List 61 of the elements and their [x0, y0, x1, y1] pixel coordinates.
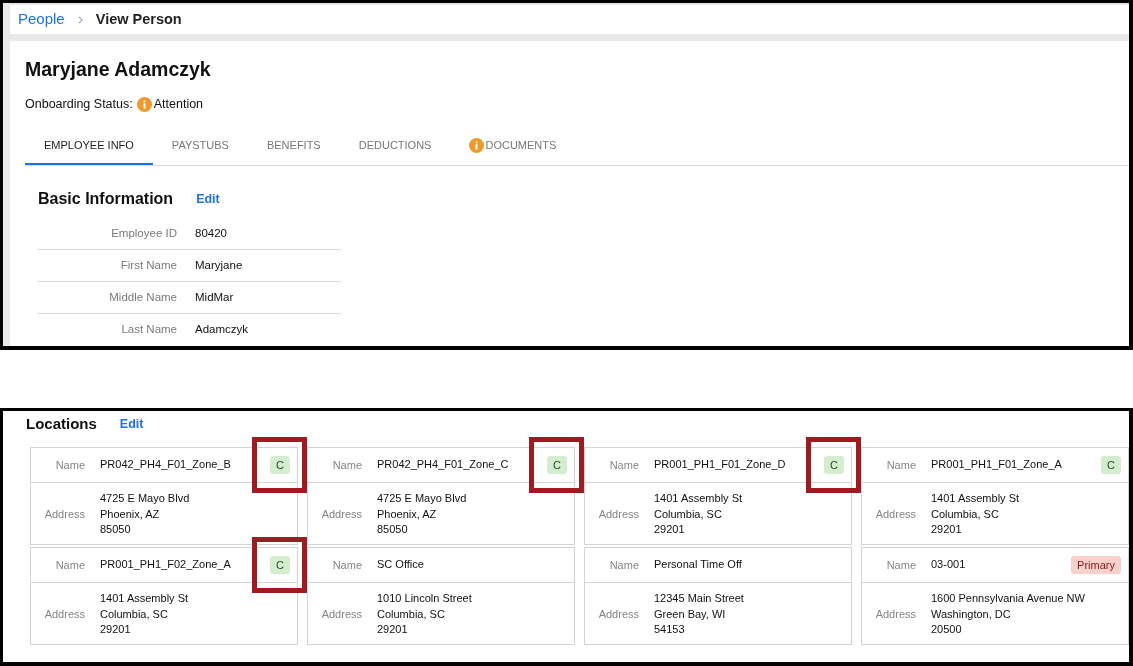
field-value: MidMar — [195, 289, 234, 305]
edit-link[interactable]: Edit — [119, 415, 144, 434]
location-name: SC Office — [377, 556, 425, 572]
field-label: Address — [320, 507, 362, 522]
field-label: First Name — [119, 257, 177, 273]
chevron-right-icon — [77, 15, 83, 24]
field-label: Address — [43, 607, 85, 622]
field-label: Name — [54, 557, 85, 573]
field-label: Address — [43, 507, 85, 522]
section-title: Basic Information — [38, 189, 174, 209]
field-label: Address — [597, 607, 639, 622]
tab[interactable]: EMPLOYEE INFO — [25, 127, 153, 165]
location-name: PR001_PH1_F01_Zone_D — [654, 456, 787, 472]
location-tag: C — [547, 456, 567, 474]
location-name: PR042_PH4_F01_Zone_C — [377, 456, 510, 472]
field-value: 80420 — [195, 225, 227, 241]
field-label: Address — [874, 607, 916, 622]
field-label: Middle Name — [108, 289, 177, 305]
person-name: Maryjane Adamczyk — [25, 57, 212, 81]
location-address: 12345 Main Street Green Bay, WI 54153 — [654, 591, 744, 637]
tab[interactable]: DEDUCTIONS — [339, 127, 451, 165]
status-label: Onboarding Status: — [25, 95, 133, 113]
field-label: Name — [608, 557, 639, 573]
edit-link[interactable]: Edit — [196, 189, 220, 209]
location-tag: C — [270, 556, 290, 574]
field-label: Address — [320, 607, 362, 622]
location-address: 1401 Assembly St Columbia, SC 29201 — [100, 591, 189, 637]
status-value: Attention — [153, 95, 204, 113]
location-address: 1401 Assembly St Columbia, SC 29201 — [931, 491, 1020, 537]
field-label: Name — [331, 457, 362, 473]
location-name: PR042_PH4_F01_Zone_B — [100, 456, 232, 472]
location-name: PR001_PH1_F02_Zone_A — [100, 556, 232, 572]
location-address: 1010 Lincoln Street Columbia, SC 29201 — [377, 591, 472, 637]
tab[interactable]: PAYSTUBS — [152, 127, 248, 165]
field-label: Name — [608, 457, 639, 473]
location-tag: C — [1101, 456, 1121, 474]
location-tag: Primary — [1071, 556, 1121, 574]
field-label: Name — [331, 557, 362, 573]
location-name: Personal Time Off — [654, 556, 743, 572]
tab[interactable]: BENEFITS — [247, 127, 340, 165]
location-address: 4725 E Mayo Blvd Phoenix, AZ 85050 — [377, 491, 467, 537]
tab[interactable]: DOCUMENTS — [450, 127, 576, 165]
location-name: PR001_PH1_F01_Zone_A — [931, 456, 1063, 472]
location-address: 1600 Pennsylvania Avenue NW Washington, DC 20500 — [931, 591, 1085, 637]
field-label: Name — [885, 457, 916, 473]
location-tag: C — [824, 456, 844, 474]
field-value: Adamczyk — [195, 322, 249, 338]
location-tag: C — [270, 456, 290, 474]
location-address: 1401 Assembly St Columbia, SC 29201 — [654, 491, 743, 537]
field-value: Maryjane — [195, 257, 243, 273]
section-title: Locations — [26, 414, 97, 435]
field-label: Address — [874, 507, 916, 522]
breadcrumb-current: View Person — [95, 9, 182, 29]
location-name: 03-001 — [931, 556, 967, 572]
location-address: 4725 E Mayo Blvd Phoenix, AZ 85050 — [100, 491, 190, 537]
field-label: Name — [54, 457, 85, 473]
breadcrumb-link[interactable]: People — [18, 8, 65, 31]
field-label: Name — [885, 557, 916, 573]
field-label: Employee ID — [110, 225, 177, 241]
field-label: Address — [597, 507, 639, 522]
field-label: Last Name — [120, 322, 177, 338]
